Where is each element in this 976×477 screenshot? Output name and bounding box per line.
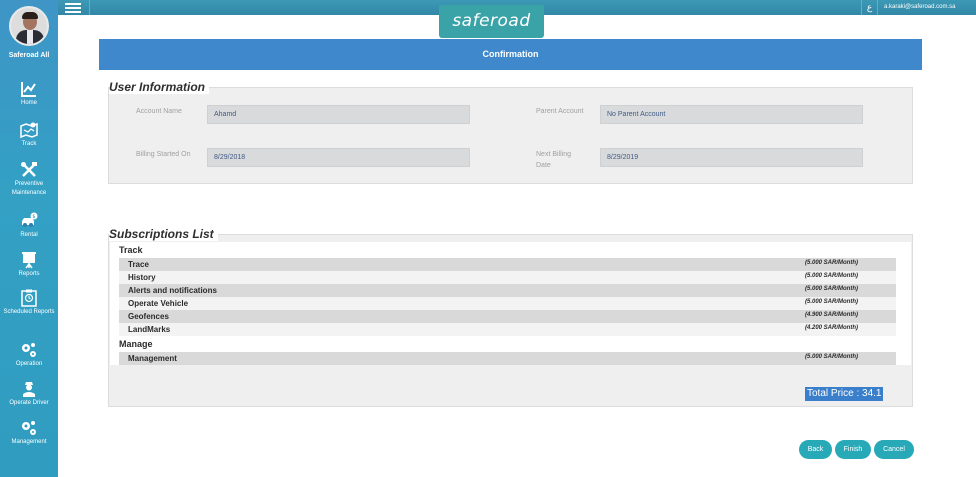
sidebar-item-label: Reports: [18, 271, 40, 277]
sidebar-item-scheduled-reports[interactable]: Scheduled Reports: [0, 289, 58, 327]
driver-icon: [23, 382, 35, 397]
sidebar-item-label: Track: [21, 141, 37, 147]
subscription-price: (5.000 SAR/Month): [805, 273, 859, 279]
sidebar-item-label: Operation: [15, 361, 43, 367]
subscription-name: History: [128, 273, 156, 282]
sidebar-item-rental[interactable]: $ Rental: [0, 212, 58, 250]
list-item: LandMarks (4.200 SAR/Month): [119, 323, 896, 336]
sidebar-item-reports[interactable]: Reports: [0, 251, 58, 289]
subscription-price: (5.000 SAR/Month): [805, 354, 859, 360]
subscription-name: Geofences: [128, 312, 169, 321]
user-information-section: User Information Account Name Ahamd Pare…: [108, 80, 913, 184]
language-switch[interactable]: ع: [862, 0, 877, 15]
top-divider: [89, 0, 90, 15]
sidebar-item-label: Rental: [20, 232, 38, 238]
list-item: History (5.000 SAR/Month): [119, 271, 896, 284]
subscriptions-legend: Subscriptions List: [109, 227, 218, 241]
subscription-name: Trace: [128, 260, 149, 269]
svg-text:$: $: [32, 214, 35, 220]
tools-icon: [21, 162, 37, 177]
billing-started-field: 8/29/2018: [207, 148, 470, 167]
chart-icon: [21, 82, 36, 97]
sidebar-item-label: Operate Driver: [9, 400, 49, 406]
parent-account-field: No Parent Account: [600, 105, 863, 124]
list-item: Operate Vehicle (5.000 SAR/Month): [119, 297, 896, 310]
top-divider: [877, 0, 878, 15]
cancel-button[interactable]: Cancel: [874, 440, 914, 459]
sidebar-item-operate-driver[interactable]: Operate Driver: [0, 380, 58, 418]
clipboard-icon: [21, 289, 37, 307]
subscription-price: (5.000 SAR/Month): [805, 299, 859, 305]
list-item: Trace (5.000 SAR/Month): [119, 258, 896, 271]
parent-account-label: Parent Account: [536, 108, 584, 115]
subscription-name: Management: [128, 354, 177, 363]
next-billing-label: Next Billing Date: [536, 151, 572, 169]
list-item: Geofences (4.900 SAR/Month): [119, 310, 896, 323]
gears-icon: [22, 343, 36, 357]
list-item: Alerts and notifications (5.000 SAR/Mont…: [119, 284, 896, 297]
subscription-name: Operate Vehicle: [128, 299, 189, 308]
total-price: Total Price : 34.1: [805, 387, 884, 401]
sidebar-item-label: Preventive Maintenance: [11, 181, 47, 196]
logo-text: saferoad: [452, 11, 531, 31]
menu-toggle-icon[interactable]: [64, 1, 82, 13]
subscriptions-section: Track Trace (5.000 SAR/Month) History (5…: [108, 227, 913, 407]
account-name-field: Ahamd: [207, 105, 470, 124]
page-title: Confirmation: [99, 39, 922, 70]
subscription-price: (5.000 SAR/Month): [805, 286, 859, 292]
sidebar-item-track[interactable]: Track: [0, 121, 58, 159]
sidebar-item-label: Management: [11, 439, 47, 445]
profile-name: Saferoad All: [8, 52, 50, 59]
subscription-name: LandMarks: [128, 325, 171, 334]
subscription-name: Alerts and notifications: [128, 286, 217, 295]
group-title-manage: Manage: [119, 339, 153, 349]
subscription-price: (4.900 SAR/Month): [805, 312, 859, 318]
list-item: Management (5.000 SAR/Month): [119, 352, 896, 365]
billing-started-label: Billing Started On: [136, 151, 191, 158]
sidebar-item-label: Scheduled Reports: [3, 309, 55, 315]
avatar[interactable]: [9, 6, 49, 46]
car-icon: $: [22, 212, 38, 227]
subscription-price: (4.200 SAR/Month): [805, 325, 859, 331]
next-billing-field: 8/29/2019: [600, 148, 863, 167]
back-button[interactable]: Back: [799, 440, 832, 459]
gears-icon: [22, 421, 36, 435]
sidebar: Saferoad All Home Track Preventive Maint…: [0, 0, 58, 477]
subscription-price: (5.000 SAR/Month): [805, 260, 859, 266]
sidebar-item-label: Home: [20, 100, 37, 106]
finish-button[interactable]: Finish: [835, 440, 871, 459]
sidebar-item-home[interactable]: Home: [0, 80, 58, 118]
account-name-label: Account Name: [136, 108, 182, 115]
sidebar-item-operation[interactable]: Operation: [0, 341, 58, 379]
presentation-icon: [22, 252, 36, 269]
user-information-legend: User Information: [109, 80, 210, 94]
saferoad-logo: saferoad: [439, 5, 544, 38]
map-icon: [20, 122, 38, 139]
group-title-track: Track: [119, 245, 143, 255]
sidebar-item-management[interactable]: Management: [0, 419, 58, 457]
user-email[interactable]: a.karaki@saferoad.com.sa: [884, 0, 955, 15]
subscriptions-list: Track Trace (5.000 SAR/Month) History (5…: [110, 242, 911, 365]
sidebar-item-preventive-maintenance[interactable]: Preventive Maintenance: [0, 161, 58, 199]
